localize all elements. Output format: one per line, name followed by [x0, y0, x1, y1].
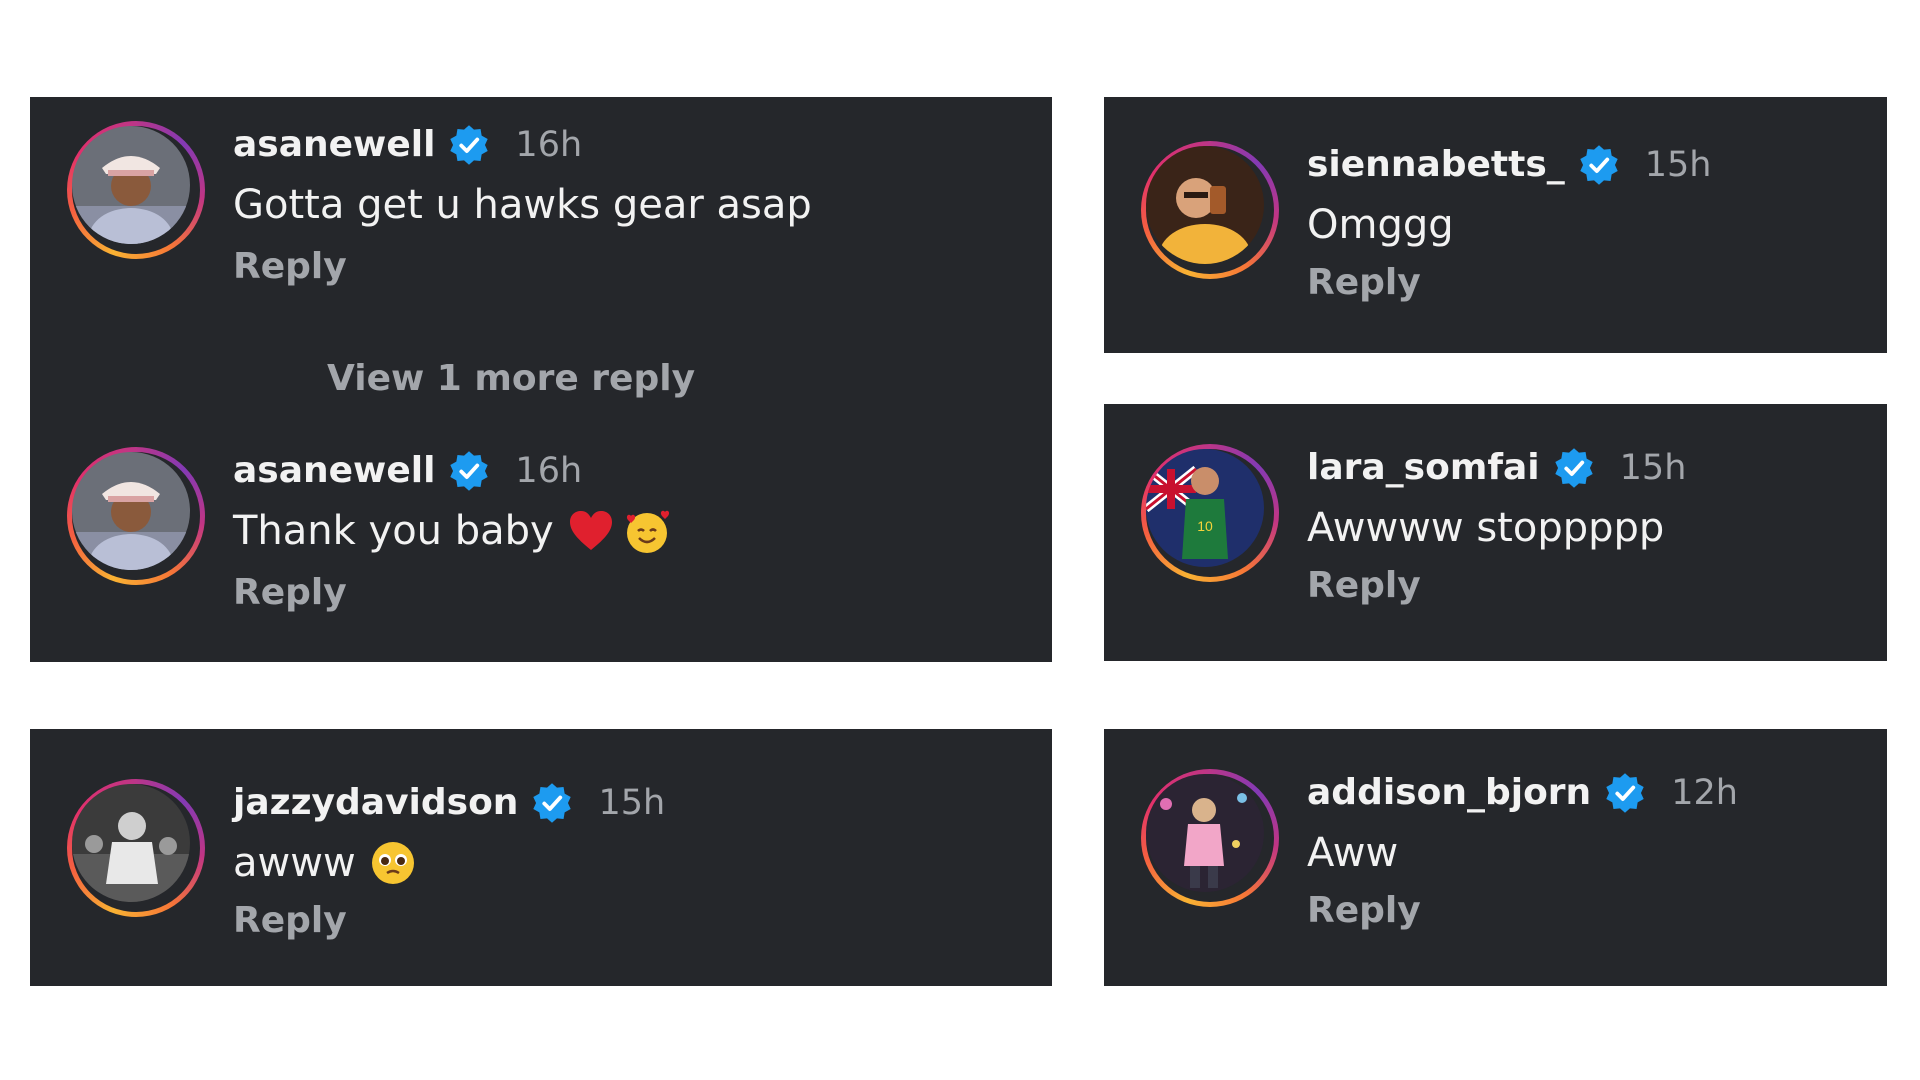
comment-header: siennabetts_ 15h — [1307, 143, 1711, 187]
comment-text: Thank you baby — [233, 505, 672, 557]
comment-header: addison_bjorn 12h — [1307, 771, 1738, 815]
comment-header: lara_somfai 15h — [1307, 446, 1686, 490]
avatar-photo — [72, 452, 190, 570]
username[interactable]: addison_bjorn — [1307, 771, 1591, 815]
comment-card: addison_bjorn 12h Aww Reply — [1104, 729, 1887, 986]
pleading-face-emoji — [368, 838, 418, 888]
comment-header: asanewell 16h — [233, 123, 582, 167]
svg-text:10: 10 — [1197, 518, 1213, 534]
reply-button[interactable]: Reply — [233, 899, 347, 943]
avatar-photo — [72, 126, 190, 244]
comment-card: siennabetts_ 15h Omggg Reply — [1104, 97, 1887, 353]
comment-text: Aww — [1307, 830, 1399, 876]
comment-card: jazzydavidson 15h awww Reply — [30, 729, 1052, 986]
avatar[interactable] — [1141, 141, 1279, 279]
timestamp: 16h — [515, 451, 583, 491]
timestamp: 15h — [1644, 145, 1712, 185]
avatar[interactable] — [67, 121, 205, 259]
timestamp: 12h — [1671, 773, 1738, 813]
reply-button[interactable]: Reply — [233, 245, 347, 289]
comment: jazzydavidson 15h awww Reply — [67, 779, 967, 941]
comment-text: Omggg — [1307, 202, 1454, 248]
comment-text: awww — [233, 837, 418, 889]
timestamp: 15h — [598, 783, 666, 823]
verified-badge-icon — [450, 125, 489, 165]
red-heart-emoji — [566, 506, 616, 556]
avatar[interactable] — [67, 447, 205, 585]
verified-badge-icon — [1554, 448, 1593, 488]
avatar-photo — [1146, 774, 1264, 892]
username[interactable]: asanewell — [233, 449, 435, 493]
username[interactable]: siennabetts_ — [1307, 143, 1565, 187]
comment-text: Gotta get u hawks gear asap — [233, 182, 812, 228]
comment: asanewell 16h Thank you baby Reply — [67, 447, 967, 613]
verified-badge-icon — [1580, 145, 1618, 185]
comment-card: asanewell 16h Gotta get u hawks gear asa… — [30, 97, 1052, 662]
username[interactable]: asanewell — [233, 123, 435, 167]
verified-badge-icon — [450, 451, 489, 491]
reply-button[interactable]: Reply — [233, 571, 347, 615]
avatar[interactable]: 10 — [1141, 444, 1279, 582]
timestamp: 16h — [515, 125, 583, 165]
timestamp: 15h — [1619, 448, 1687, 488]
verified-badge-icon — [533, 783, 572, 823]
avatar-photo: 10 — [1146, 449, 1264, 567]
comment-header: jazzydavidson 15h — [233, 781, 665, 825]
smiling-face-with-hearts-emoji — [622, 506, 672, 556]
comment: addison_bjorn 12h Aww Reply — [1141, 769, 1920, 931]
comment-header: asanewell 16h — [233, 449, 582, 493]
comment: asanewell 16h Gotta get u hawks gear asa… — [67, 121, 967, 287]
verified-badge-icon — [1606, 773, 1644, 813]
comment: 10 lara_somfai 15h Awwww stoppppp Reply — [1141, 444, 1920, 606]
comment-card: 10 lara_somfai 15h Awwww stoppppp Reply — [1104, 404, 1887, 661]
reply-button[interactable]: Reply — [1307, 261, 1421, 305]
username[interactable]: jazzydavidson — [233, 781, 518, 825]
avatar-photo — [1146, 146, 1264, 264]
comment: siennabetts_ 15h Omggg Reply — [1141, 141, 1920, 303]
comment-text: Awwww stoppppp — [1307, 505, 1665, 551]
reply-button[interactable]: Reply — [1307, 564, 1421, 608]
view-more-replies-button[interactable]: View 1 more reply — [327, 357, 695, 401]
avatar[interactable] — [1141, 769, 1279, 907]
reply-button[interactable]: Reply — [1307, 889, 1421, 933]
username[interactable]: lara_somfai — [1307, 446, 1540, 490]
avatar[interactable] — [67, 779, 205, 917]
avatar-photo — [72, 784, 190, 902]
